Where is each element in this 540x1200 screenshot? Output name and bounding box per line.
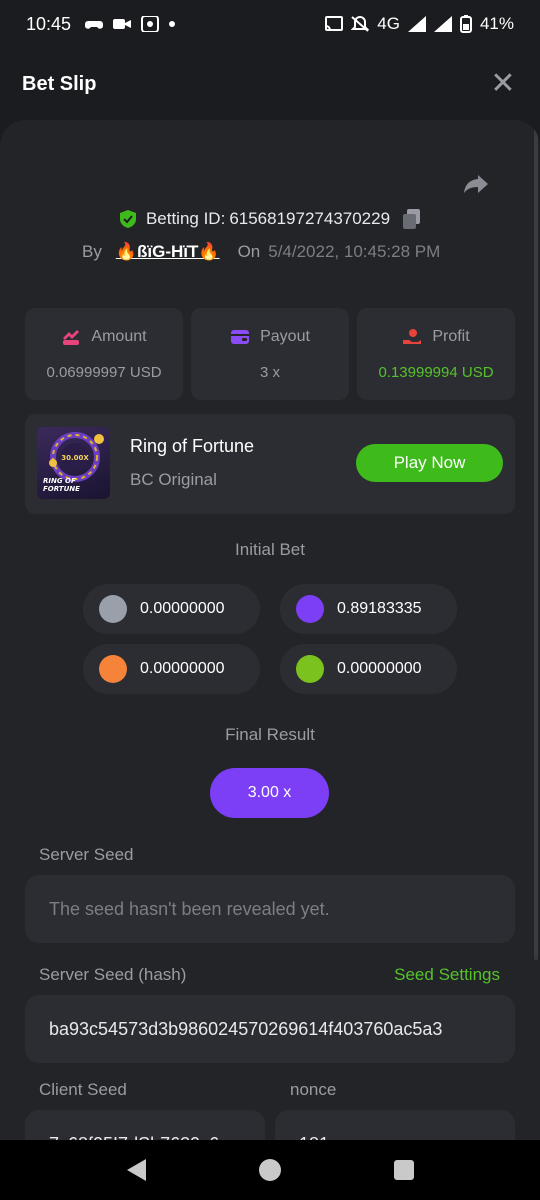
game-thumbnail[interactable]: 30.00X RING OF FORTUNE xyxy=(37,427,110,499)
status-time: 10:45 xyxy=(26,13,72,34)
bet-chip: 0.00000000 xyxy=(83,584,260,634)
initial-bet-chips: 0.00000000 0.89183335 0.00000000 0.00000… xyxy=(83,584,457,694)
video-camera-icon xyxy=(113,19,132,29)
back-icon[interactable] xyxy=(126,1159,146,1181)
bet-author-row: By 🔥ßïG-HïT🔥 On 5/4/2022, 10:45:28 PM xyxy=(82,242,440,262)
chip-value: 0.89183335 xyxy=(337,600,422,617)
server-seed-hash-label: Server Seed (hash) xyxy=(39,965,187,984)
betting-id-value: 61568197274370229 xyxy=(229,209,391,228)
mute-bell-icon xyxy=(351,16,370,32)
chip-value: 0.00000000 xyxy=(140,600,225,617)
server-seed-hash-field[interactable]: ba93c54573d3b986024570269614f403760ac5a3 xyxy=(25,995,515,1063)
profit-label: Profit xyxy=(432,327,470,345)
hand-money-icon xyxy=(403,328,422,344)
chip-color-dot xyxy=(99,595,127,623)
dot-icon xyxy=(169,21,176,27)
shield-check-icon xyxy=(119,210,136,228)
amount-card: Amount 0.06999997 USD xyxy=(25,308,183,400)
amount-label: Amount xyxy=(91,327,147,345)
home-icon[interactable] xyxy=(258,1159,281,1181)
battery-percent: 41% xyxy=(479,14,514,33)
chip-value: 0.00000000 xyxy=(140,660,225,677)
page-title: Bet Slip xyxy=(22,72,97,95)
bet-slip-sheet[interactable]: Betting ID: 61568197274370229 By 🔥ßïG-Hï… xyxy=(0,120,540,1140)
signal-icon xyxy=(407,16,426,32)
share-icon[interactable] xyxy=(462,170,490,198)
game-provider: BC Original xyxy=(130,470,217,489)
game-controller-icon xyxy=(85,21,104,29)
initial-bet-title: Initial Bet xyxy=(235,540,305,559)
ring-of-fortune-art: 30.00X RING OF FORTUNE xyxy=(43,432,104,493)
chip-value: 0.00000000 xyxy=(337,660,422,677)
profit-value: 0.13999994 USD xyxy=(378,363,494,381)
battery-icon xyxy=(459,15,472,33)
cast-icon xyxy=(325,16,344,31)
final-result-title: Final Result xyxy=(225,725,315,744)
username-link[interactable]: 🔥ßïG-HïT🔥 xyxy=(116,242,220,262)
payout-card: Payout 3 x xyxy=(191,308,349,400)
bet-stats: Amount 0.06999997 USD Payout 3 x Profit … xyxy=(25,308,515,400)
client-seed-label: Client Seed xyxy=(39,1080,127,1099)
app-notification-icon xyxy=(141,16,160,32)
betting-id-label: Betting ID: xyxy=(145,209,226,228)
play-now-button[interactable]: Play Now xyxy=(356,444,503,482)
profit-card: Profit 0.13999994 USD xyxy=(357,308,515,400)
chip-color-dot xyxy=(296,655,324,683)
network-type: 4G xyxy=(377,14,400,33)
server-seed-field[interactable]: The seed hasn't been revealed yet. xyxy=(25,875,515,943)
bet-slip-header: Bet Slip ✕ xyxy=(0,48,540,120)
nonce-field[interactable]: 181 xyxy=(275,1110,515,1140)
thumb-multiplier: 30.00X xyxy=(61,454,89,462)
thumb-title-line1: RING OF xyxy=(43,477,76,485)
game-card[interactable]: 30.00X RING OF FORTUNE Ring of Fortune B… xyxy=(25,414,515,514)
seed-settings-link[interactable]: Seed Settings xyxy=(394,965,500,985)
system-nav-bar xyxy=(0,1140,540,1200)
on-label: On xyxy=(237,242,261,261)
payout-value: 3 x xyxy=(259,363,280,381)
amount-value: 0.06999997 USD xyxy=(46,363,162,381)
chip-color-dot xyxy=(296,595,324,623)
coins-icon xyxy=(63,329,80,345)
bet-chip: 0.00000000 xyxy=(280,644,457,694)
status-bar: 10:45 4G 41% xyxy=(0,0,540,48)
client-seed-field[interactable]: 7c68f05I7dSb7639c6 xyxy=(25,1110,265,1140)
game-name[interactable]: Ring of Fortune xyxy=(130,436,254,457)
wallet-icon xyxy=(231,329,250,344)
bet-chip: 0.00000000 xyxy=(83,644,260,694)
payout-label: Payout xyxy=(260,327,310,345)
chip-color-dot xyxy=(99,655,127,683)
thumb-title-line2: FORTUNE xyxy=(43,485,80,493)
close-icon[interactable]: ✕ xyxy=(488,69,518,99)
server-seed-label: Server Seed xyxy=(39,845,134,864)
signal-icon-2 xyxy=(433,16,452,32)
betting-id-row: Betting ID: 61568197274370229 xyxy=(0,208,540,230)
recent-apps-icon[interactable] xyxy=(393,1160,414,1180)
by-label: By xyxy=(82,242,102,261)
bet-datetime: 5/4/2022, 10:45:28 PM xyxy=(268,242,441,261)
copy-icon[interactable] xyxy=(402,208,422,230)
final-result-badge: 3.00 x xyxy=(210,768,329,818)
bet-chip: 0.89183335 xyxy=(280,584,457,634)
nonce-label: nonce xyxy=(290,1080,337,1099)
